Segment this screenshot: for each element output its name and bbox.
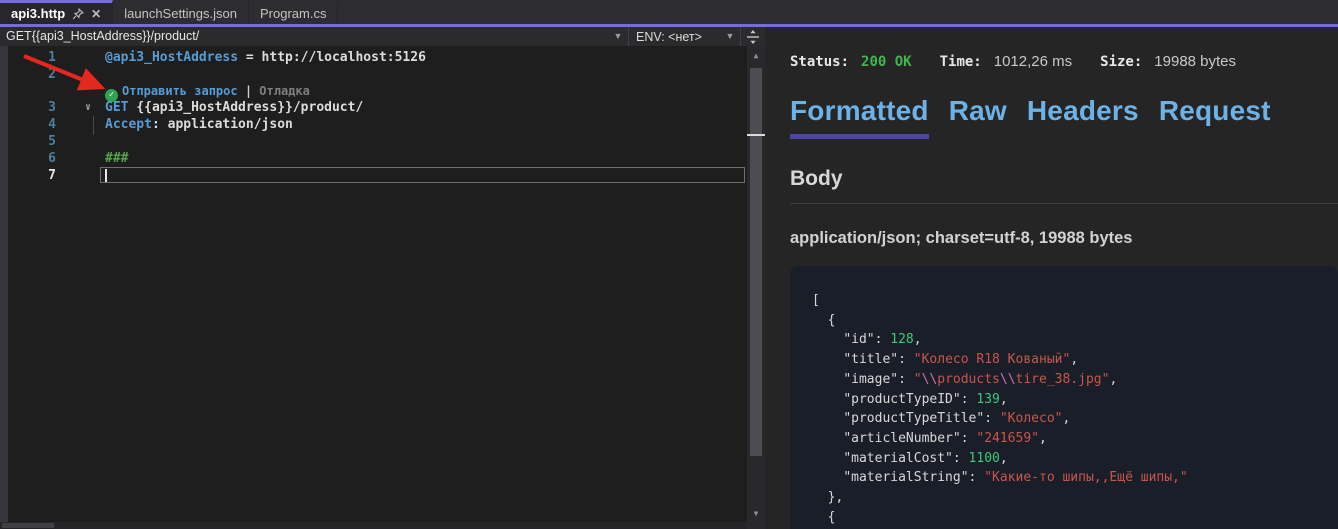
json-line: "materialCost": 1100, bbox=[812, 449, 1338, 469]
json-line: "image": "\\products\\tire_38.jpg", bbox=[812, 370, 1338, 390]
time-label: Time: bbox=[940, 54, 982, 70]
tab-api3-http[interactable]: api3.http ✕ bbox=[0, 0, 113, 24]
json-line: [ bbox=[812, 291, 1338, 311]
scroll-up-arrow-icon[interactable]: ▲ bbox=[747, 50, 765, 62]
current-line-border bbox=[100, 167, 745, 183]
json-line: "id": 128, bbox=[812, 330, 1338, 350]
split-view-button[interactable] bbox=[740, 27, 765, 46]
response-tab-raw[interactable]: Raw bbox=[949, 95, 1007, 139]
body-divider bbox=[790, 203, 1338, 204]
json-line: "productTypeID": 139, bbox=[812, 390, 1338, 410]
editor-line-3[interactable]: 3∨GET {{api3_HostAddress}}/product/ bbox=[0, 99, 747, 116]
editor-line-1[interactable]: 1@api3_HostAddress = http://localhost:51… bbox=[0, 49, 747, 66]
content-type-line: application/json; charset=utf-8, 19988 b… bbox=[790, 229, 1133, 248]
json-line: "productTypeTitle": "Колесо", bbox=[812, 409, 1338, 429]
fold-chevron-icon[interactable]: ∨ bbox=[85, 99, 91, 116]
line-number: 3 bbox=[0, 99, 60, 116]
editor-horizontal-scrollbar[interactable] bbox=[0, 522, 747, 529]
environment-combo[interactable]: ENV: <нет> ▼ bbox=[628, 27, 740, 46]
request-url-input[interactable]: GET{{api3_HostAddress}}/product/ bbox=[0, 27, 608, 46]
tab-label: api3.http bbox=[11, 6, 65, 21]
cursor-position-marker bbox=[747, 134, 765, 136]
close-icon[interactable]: ✕ bbox=[91, 8, 101, 20]
send-request-link[interactable]: Отправить запрос bbox=[122, 84, 238, 98]
json-line: "articleNumber": "241659", bbox=[812, 429, 1338, 449]
json-line: "materialString": "Какие-то шипы,,Ещё ши… bbox=[812, 468, 1338, 488]
tab-label: launchSettings.json bbox=[124, 6, 237, 21]
pin-icon[interactable] bbox=[72, 8, 84, 20]
size-label: Size: bbox=[1100, 54, 1142, 70]
json-line: { bbox=[812, 508, 1338, 528]
response-view-tabs: Formatted Raw Headers Request bbox=[790, 95, 1271, 139]
request-url-bar: GET{{api3_HostAddress}}/product/ ▼ ENV: … bbox=[0, 27, 765, 46]
tab-launchsettings-json[interactable]: launchSettings.json bbox=[113, 0, 249, 24]
editor-line-5[interactable]: 5 bbox=[0, 133, 747, 150]
codelens-row: ✓Отправить запрос | Отладка bbox=[0, 83, 747, 99]
document-tabstrip: api3.http ✕ launchSettings.json Program.… bbox=[0, 0, 1338, 27]
text-cursor bbox=[105, 169, 107, 182]
tab-program-cs[interactable]: Program.cs bbox=[249, 0, 338, 24]
editor-line-2[interactable]: 2 bbox=[0, 66, 747, 83]
editor-line-7[interactable]: 7 bbox=[0, 167, 747, 184]
url-dropdown-arrow-icon[interactable]: ▼ bbox=[608, 27, 628, 46]
size-value: 19988 bytes bbox=[1154, 53, 1236, 70]
line-number: 5 bbox=[0, 133, 60, 150]
editor-line-6[interactable]: 6### bbox=[0, 150, 747, 167]
split-icon bbox=[746, 30, 760, 44]
response-tab-request[interactable]: Request bbox=[1159, 95, 1271, 139]
response-status-row: Status: 200 OK Time: 1012,26 ms Size: 19… bbox=[790, 53, 1264, 70]
line-number: 2 bbox=[0, 66, 60, 83]
editor-line-4[interactable]: 4Accept: application/json bbox=[0, 116, 747, 133]
environment-label: ENV: <нет> bbox=[636, 30, 702, 44]
response-pane: Status: 200 OK Time: 1012,26 ms Size: 19… bbox=[765, 27, 1338, 529]
status-value: 200 OK bbox=[861, 54, 912, 70]
response-tab-headers[interactable]: Headers bbox=[1027, 95, 1139, 139]
vertical-scroll-thumb[interactable] bbox=[750, 68, 762, 456]
env-dropdown-arrow-icon[interactable]: ▼ bbox=[720, 27, 740, 46]
status-label: Status: bbox=[790, 54, 849, 70]
line-number: 6 bbox=[0, 150, 60, 167]
line-number: 7 bbox=[0, 167, 60, 184]
body-heading: Body bbox=[790, 167, 843, 191]
scroll-down-arrow-icon[interactable]: ▼ bbox=[747, 508, 765, 520]
line-number: 4 bbox=[0, 116, 60, 133]
json-line: }, bbox=[812, 488, 1338, 508]
time-value: 1012,26 ms bbox=[994, 53, 1072, 70]
response-json-panel[interactable]: [ { "id": 128, "title": "Колесо R18 Кова… bbox=[790, 266, 1338, 529]
horizontal-scroll-thumb[interactable] bbox=[2, 523, 54, 528]
tab-label: Program.cs bbox=[260, 6, 326, 21]
debug-link[interactable]: Отладка bbox=[259, 84, 310, 98]
line-number: 1 bbox=[0, 49, 60, 66]
json-line: { bbox=[812, 311, 1338, 331]
vs-window: api3.http ✕ launchSettings.json Program.… bbox=[0, 0, 1338, 529]
editor-lines: 1@api3_HostAddress = http://localhost:51… bbox=[0, 49, 747, 184]
response-json-body: [ { "id": 128, "title": "Колесо R18 Кова… bbox=[790, 266, 1338, 527]
json-line: "title": "Колесо R18 Кованый", bbox=[812, 350, 1338, 370]
response-tab-formatted[interactable]: Formatted bbox=[790, 95, 929, 139]
editor-vertical-scrollbar[interactable]: ▲ ▼ bbox=[747, 46, 765, 529]
http-file-editor[interactable]: 1@api3_HostAddress = http://localhost:51… bbox=[0, 46, 765, 529]
